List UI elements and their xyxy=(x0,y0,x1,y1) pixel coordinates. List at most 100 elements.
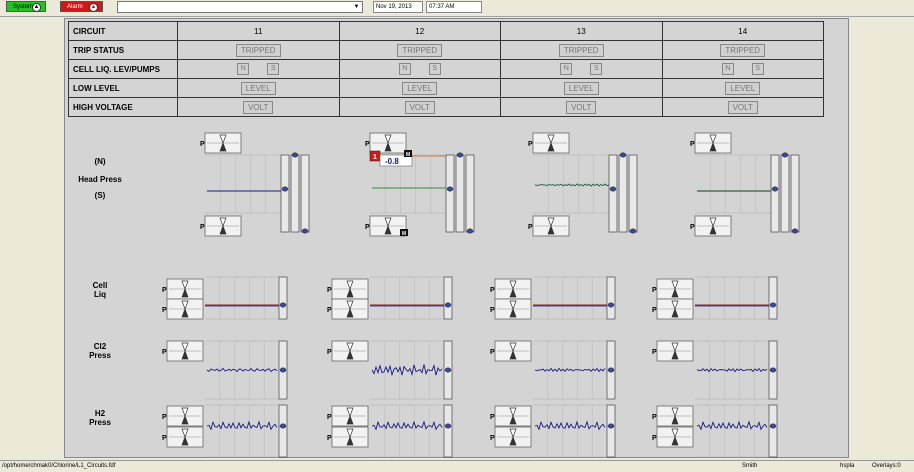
row-label: CELL LIQ. LEV/PUMPS xyxy=(68,59,178,79)
head-knob2-12 xyxy=(456,152,464,158)
liq-knob-13 xyxy=(607,302,615,308)
circuit-header: CIRCUIT xyxy=(68,21,178,41)
row-label: LOW LEVEL xyxy=(68,78,178,98)
volt-13[interactable]: VOLT xyxy=(566,100,597,114)
alarm-bell-icon: ▲ xyxy=(89,3,98,12)
pumps-row: CELL LIQ. LEV/PUMPS N S N S N S N S xyxy=(68,59,824,79)
head-knob1-14 xyxy=(771,186,779,192)
cl2-knob-11 xyxy=(279,367,287,373)
head-knob2-13 xyxy=(619,152,627,158)
host-name: hspla xyxy=(840,463,855,469)
pump-s-13[interactable]: S xyxy=(590,63,603,75)
head-trend-11 xyxy=(205,155,281,213)
bell-icon: ▲ xyxy=(32,3,41,12)
level-14[interactable]: LEVEL xyxy=(725,81,761,95)
h2-faceplate1-12-p-label: P xyxy=(327,414,332,421)
alarm-button-label: Alarm xyxy=(67,4,83,10)
main-panel: CIRCUIT 11 12 13 14 TRIP STATUS TRIPPED … xyxy=(64,18,849,458)
liq-bar-11 xyxy=(278,276,288,320)
liq-faceplate2-11-p-label: P xyxy=(162,307,167,314)
display-select[interactable]: ▼ xyxy=(117,1,363,13)
row-label: TRIP STATUS xyxy=(68,40,178,60)
head-trend-14 xyxy=(695,155,771,213)
pump-n-13[interactable]: N xyxy=(560,63,573,75)
h2-bar-13 xyxy=(606,404,616,458)
h2-trend-13 xyxy=(533,405,607,457)
head-bar3-12 xyxy=(465,154,475,233)
level-13[interactable]: LEVEL xyxy=(563,81,599,95)
alarm-m-bottom: M xyxy=(402,231,406,237)
circuit-12-header: 12 xyxy=(338,21,501,41)
trip-status-11[interactable]: TRIPPED xyxy=(235,43,281,57)
h2-knob-12 xyxy=(444,423,452,429)
volt-11[interactable]: VOLT xyxy=(243,100,274,114)
volt-14[interactable]: VOLT xyxy=(727,100,758,114)
head-trend-13 xyxy=(533,155,609,213)
liq-faceplate1-11-p-label: P xyxy=(162,287,167,294)
head-bottom-faceplate-12-p-label: P xyxy=(365,224,370,231)
overlays-count: Overlays:0 xyxy=(872,463,901,469)
pump-n-14[interactable]: N xyxy=(721,63,734,75)
head-bar1-12 xyxy=(445,154,455,233)
pump-s-12[interactable]: S xyxy=(428,63,441,75)
chevron-down-icon[interactable]: ▼ xyxy=(352,3,361,11)
h2-faceplate1-13-p-label: P xyxy=(490,414,495,421)
h2-faceplate1-11-p-label: P xyxy=(162,414,167,421)
cl2-faceplate-11-p-label: P xyxy=(162,349,167,356)
h2-bar-12 xyxy=(443,404,453,458)
liq-knob-12 xyxy=(444,302,452,308)
liq-bar-12 xyxy=(443,276,453,320)
h2-bar-11 xyxy=(278,404,288,458)
trip-status-14[interactable]: TRIPPED xyxy=(720,43,766,57)
cl2-knob-14 xyxy=(769,367,777,373)
alarm-badge-text: 1 xyxy=(373,154,377,161)
pump-n-12[interactable]: N xyxy=(398,63,411,75)
head-knob1-13 xyxy=(609,186,617,192)
time-field: 07:37 AM xyxy=(426,1,482,13)
head-bottom-faceplate-11-p-label: P xyxy=(200,224,205,231)
liq-trend-12 xyxy=(370,277,444,319)
circuit-14-header: 14 xyxy=(661,21,824,41)
trip-status-13[interactable]: TRIPPED xyxy=(558,43,604,57)
level-11[interactable]: LEVEL xyxy=(240,81,276,95)
h2-trend-12 xyxy=(370,405,444,457)
alarm-button[interactable]: Alarm ▲ xyxy=(60,1,103,12)
cl2-knob-12 xyxy=(444,367,452,373)
head-knob1-11 xyxy=(281,186,289,192)
circuit-13-header: 13 xyxy=(500,21,663,41)
head-bar1-13 xyxy=(608,154,618,233)
liq-knob-11 xyxy=(279,302,287,308)
head-top-faceplate-13-p-label: P xyxy=(528,141,533,148)
pump-s-14[interactable]: S xyxy=(751,63,764,75)
h2-faceplate2-14-p-label: P xyxy=(652,435,657,442)
trip-status-12[interactable]: TRIPPED xyxy=(397,43,443,57)
liq-faceplate1-14-p-label: P xyxy=(652,287,657,294)
toolbar: System ▲ Alarm ▲ ▼ Nov 19, 2013 07:37 AM xyxy=(0,0,914,17)
user-name: Smith xyxy=(742,463,758,469)
head-knob3-13 xyxy=(629,228,637,234)
row-label: HIGH VOLTAGE xyxy=(68,97,178,117)
head-bar2-13 xyxy=(618,154,628,233)
liq-knob-14 xyxy=(769,302,777,308)
volt-12[interactable]: VOLT xyxy=(404,100,435,114)
system-button[interactable]: System ▲ xyxy=(6,1,46,12)
head-top-faceplate-14-p-label: P xyxy=(690,141,695,148)
head-knob1-12 xyxy=(446,186,454,192)
circuit-11-header: 11 xyxy=(177,21,340,41)
head-bar1-14 xyxy=(770,154,780,233)
head-bar3-11 xyxy=(300,154,310,233)
head-knob3-12 xyxy=(466,228,474,234)
level-12[interactable]: LEVEL xyxy=(402,81,438,95)
h2-faceplate1-14-p-label: P xyxy=(652,414,657,421)
liq-faceplate2-14-p-label: P xyxy=(652,307,657,314)
low-level-row: LOW LEVEL LEVEL LEVEL LEVEL LEVEL xyxy=(68,78,824,98)
table-header-row: CIRCUIT 11 12 13 14 xyxy=(68,21,824,41)
liq-faceplate1-12-p-label: P xyxy=(327,287,332,294)
circuit-table: CIRCUIT 11 12 13 14 TRIP STATUS TRIPPED … xyxy=(68,21,824,117)
head-bar2-12 xyxy=(455,154,465,233)
h2-trend-14 xyxy=(695,405,769,457)
status-bar: /opt/home/chmak0/Chlorine/L1_Circuits.fd… xyxy=(0,460,914,472)
pump-n-11[interactable]: N xyxy=(237,63,250,75)
pump-s-11[interactable]: S xyxy=(267,63,280,75)
head-bar3-14 xyxy=(790,154,800,233)
